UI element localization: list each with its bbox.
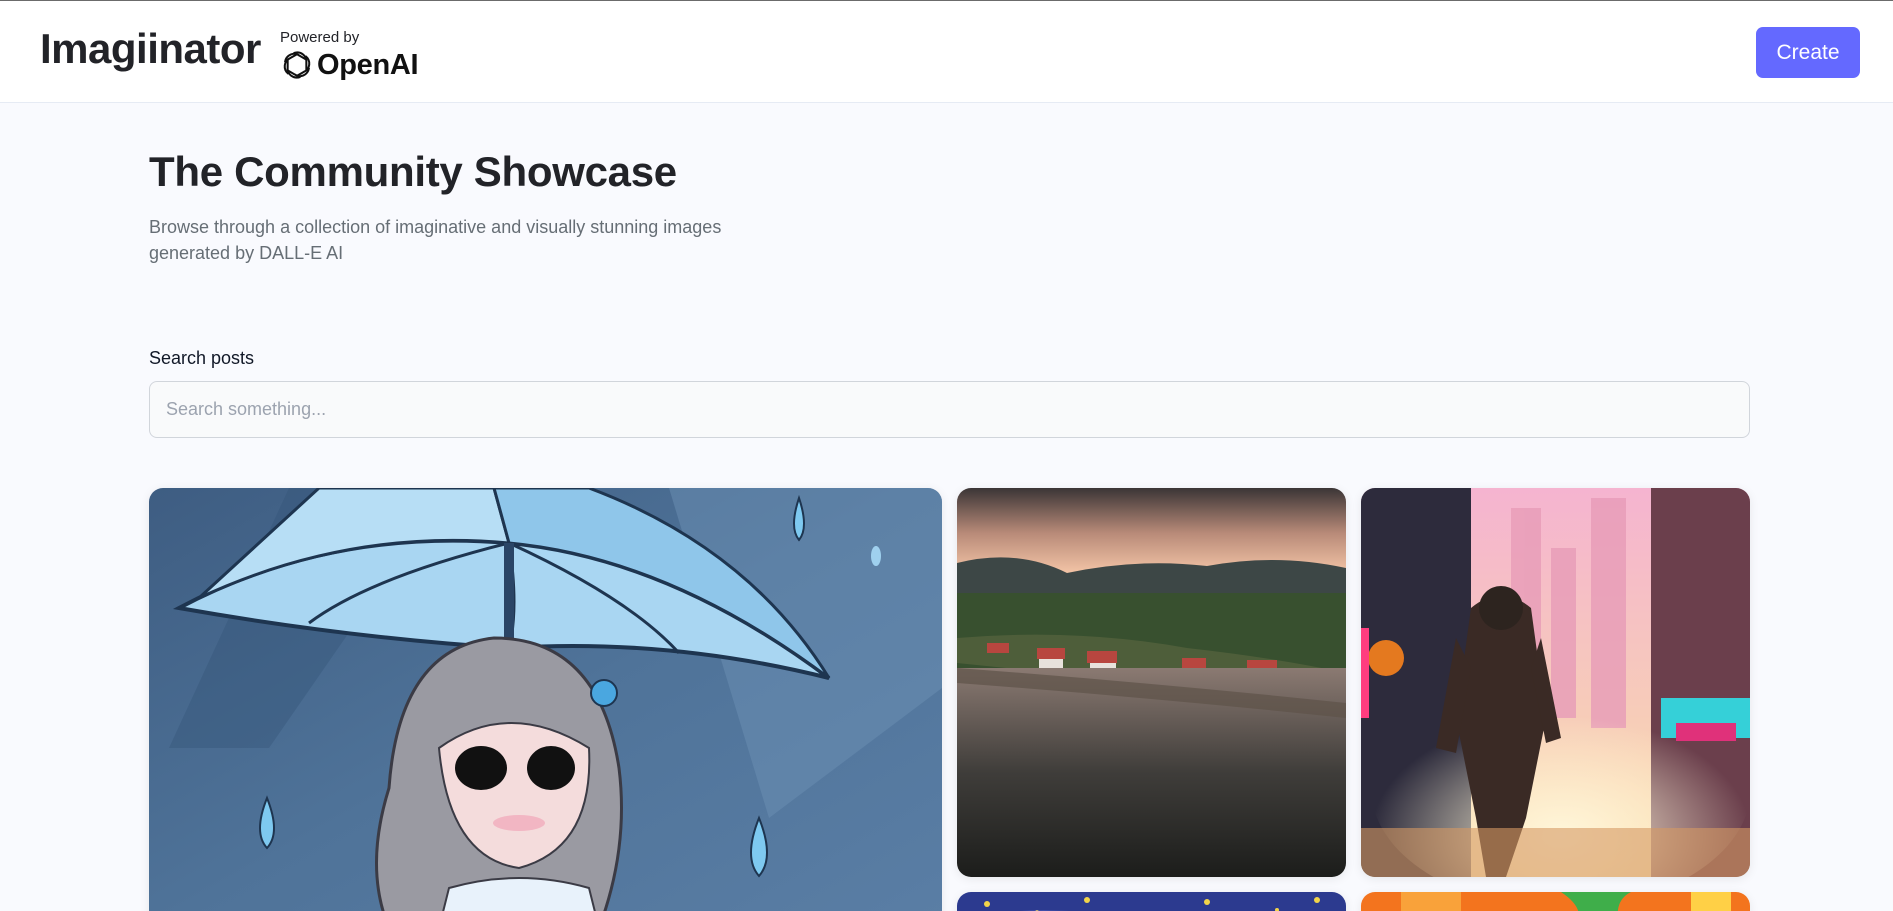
- openai-logo: OpenAI: [280, 48, 419, 82]
- orange-abstract-image: [1361, 892, 1750, 911]
- page-title: The Community Showcase: [149, 148, 677, 195]
- create-button[interactable]: Create: [1756, 27, 1860, 78]
- page-subtitle: Browse through a collection of imaginati…: [149, 217, 722, 263]
- umbrella-girl-image: [149, 488, 942, 911]
- neon-city-image: [1361, 488, 1750, 877]
- powered-by-label: Powered by: [280, 29, 360, 46]
- openai-icon: [283, 51, 311, 79]
- gallery-card-lake-village[interactable]: [957, 488, 1346, 877]
- lake-village-image: [957, 488, 1346, 877]
- navbar: Imagiinator Powered by OpenAI Create: [0, 1, 1893, 103]
- brand-logo[interactable]: Imagiinator: [40, 25, 261, 73]
- openai-wordmark: OpenAI: [317, 48, 419, 81]
- powered-by-badge: Powered by OpenAI: [280, 29, 419, 82]
- search-input[interactable]: [149, 381, 1750, 438]
- search-label: Search posts: [149, 348, 255, 368]
- gallery-card-neon-city[interactable]: [1361, 488, 1750, 877]
- gallery-card-starry-night[interactable]: [957, 892, 1346, 911]
- gallery-card-orange-abstract[interactable]: [1361, 892, 1750, 911]
- gallery-card-umbrella-girl[interactable]: [149, 488, 942, 911]
- starry-night-image: [957, 892, 1346, 911]
